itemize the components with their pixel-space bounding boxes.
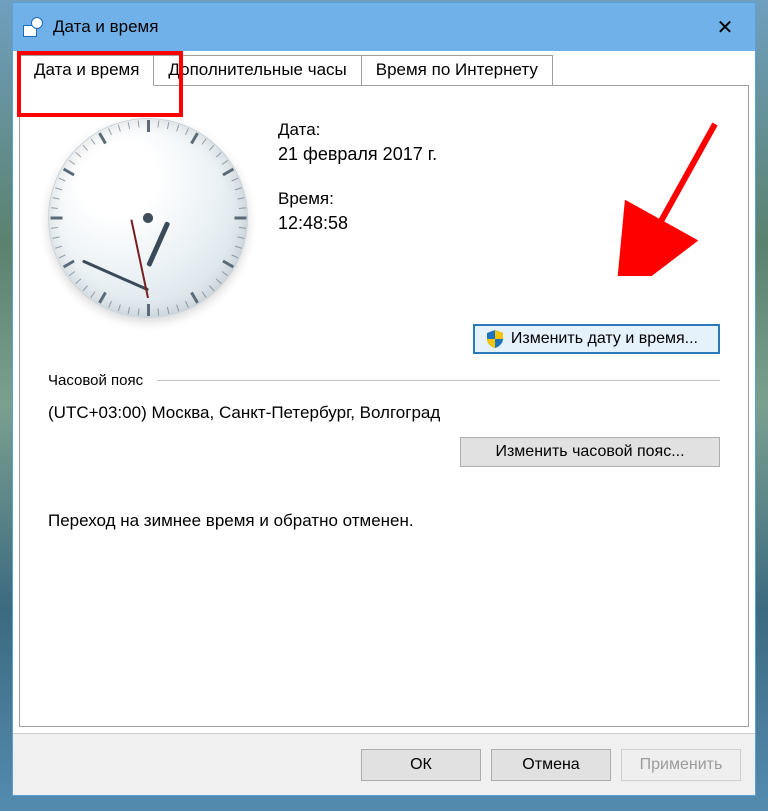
uac-shield-icon [487, 330, 503, 348]
dialog-window: Дата и время ✕ Дата и время Дополнительн… [12, 2, 756, 796]
change-date-time-button[interactable]: Изменить дату и время... [473, 324, 720, 354]
timezone-section-header: Часовой пояс [48, 372, 720, 389]
close-button[interactable]: ✕ [695, 3, 755, 51]
time-value: 12:48:58 [278, 213, 437, 234]
analog-clock [48, 118, 248, 318]
divider [157, 380, 720, 381]
timezone-section-label: Часовой пояс [48, 372, 143, 389]
titlebar[interactable]: Дата и время ✕ [13, 3, 755, 51]
tab-panel-date-and-time: Дата: 21 февраля 2017 г. Время: 12:48:58… [19, 85, 749, 727]
dialog-footer: ОК Отмена Применить [13, 733, 755, 795]
change-timezone-button[interactable]: Изменить часовой пояс... [460, 437, 720, 467]
cancel-button[interactable]: Отмена [491, 749, 611, 781]
timezone-value: (UTC+03:00) Москва, Санкт-Петербург, Вол… [48, 403, 720, 423]
tab-strip: Дата и время Дополнительные часы Время п… [13, 51, 755, 86]
tab-additional-clocks[interactable]: Дополнительные часы [153, 55, 361, 86]
time-label: Время: [278, 189, 437, 209]
date-label: Дата: [278, 120, 437, 140]
date-time-icon [23, 17, 43, 37]
apply-button[interactable]: Применить [621, 749, 741, 781]
datetime-info: Дата: 21 февраля 2017 г. Время: 12:48:58 [278, 114, 437, 318]
date-value: 21 февраля 2017 г. [278, 144, 437, 165]
tab-internet-time[interactable]: Время по Интернету [361, 55, 553, 86]
tab-date-and-time[interactable]: Дата и время [19, 55, 154, 86]
ok-button[interactable]: ОК [361, 749, 481, 781]
dst-note: Переход на зимнее время и обратно отмене… [48, 511, 720, 531]
change-date-time-label: Изменить дату и время... [511, 330, 698, 348]
window-title: Дата и время [53, 17, 158, 37]
